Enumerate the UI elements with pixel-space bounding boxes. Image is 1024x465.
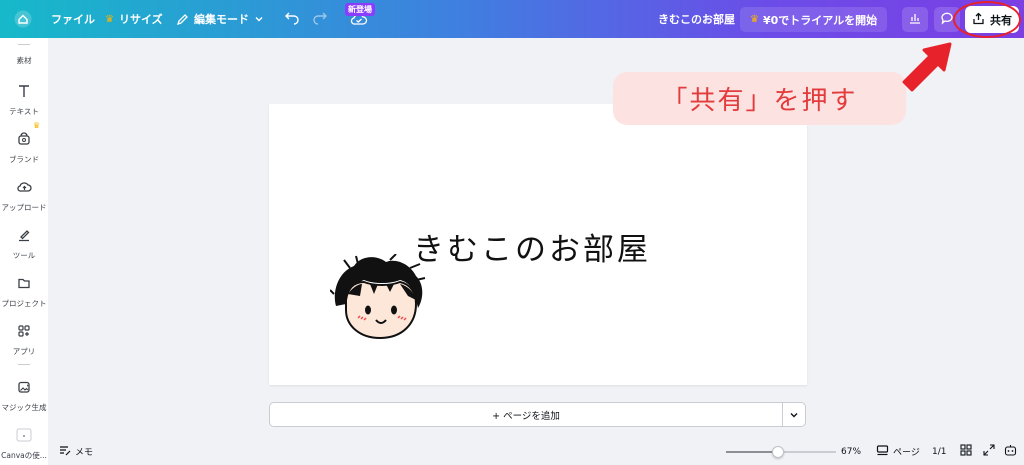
home-icon — [14, 10, 32, 28]
document-title[interactable]: きむこのお部屋 — [658, 0, 735, 38]
sidebar-item-label: マジック生成 — [1, 403, 47, 412]
brand-icon — [17, 131, 31, 150]
sidebar-item-text[interactable]: テキスト — [0, 83, 48, 117]
expand-icon — [983, 444, 995, 459]
top-toolbar: ファイル ♛ リサイズ 編集モード 新登場 きむこのお部屋 ♛ ¥0でトライアル… — [0, 0, 1024, 38]
draw-tool-icon — [17, 227, 31, 246]
sidebar-item-label: ブランド — [9, 155, 39, 164]
new-badge: 新登場 — [345, 3, 375, 16]
pages-button[interactable]: ページ — [876, 438, 920, 465]
sidebar-item-label: ツール — [12, 251, 36, 260]
crown-icon: ♛ — [33, 121, 41, 130]
notes-label: メモ — [75, 448, 94, 458]
sidebar-item-brand[interactable]: ブランド — [0, 131, 48, 165]
redo-icon — [312, 11, 328, 27]
sidebar-item-projects[interactable]: プロジェクト — [0, 275, 48, 309]
resize-label: リサイズ — [118, 13, 163, 26]
text-icon — [17, 83, 31, 102]
grid-icon — [960, 444, 972, 459]
divider — [18, 44, 30, 45]
red-arrow-icon — [898, 42, 954, 96]
fullscreen-button[interactable] — [983, 438, 995, 465]
zoom-slider[interactable] — [726, 446, 836, 458]
resize-button[interactable]: ♛ リサイズ — [105, 0, 163, 38]
bottom-toolbar: メモ 67% ページ 1/1 — [48, 438, 1024, 465]
character-illustration[interactable] — [329, 253, 426, 348]
sidebar-item-canva-guide[interactable]: Canvaの使... — [0, 427, 48, 461]
start-trial-label: ¥0でトライアルを開始 — [762, 13, 878, 27]
insights-button[interactable] — [902, 7, 928, 32]
sidebar-item-apps[interactable]: アプリ — [0, 323, 48, 357]
page-count-text: 1/1 — [932, 446, 947, 457]
sidebar-item-label: 素材 — [16, 56, 32, 65]
grid-view-button[interactable] — [960, 438, 972, 465]
zoom-level[interactable]: 67% — [841, 438, 861, 465]
cloud-upload-icon — [16, 179, 32, 198]
design-heading-text[interactable]: きむこのお部屋 — [413, 224, 651, 269]
start-trial-button[interactable]: ♛ ¥0でトライアルを開始 — [740, 7, 888, 32]
assistant-button[interactable] — [1004, 438, 1017, 465]
design-page[interactable]: きむこのお部屋 — [269, 104, 807, 385]
undo-icon — [284, 11, 300, 27]
crown-icon: ♛ — [750, 14, 759, 25]
page-counter: 1/1 — [932, 438, 946, 465]
notes-button[interactable]: メモ — [58, 438, 93, 465]
add-page-button[interactable]: + ページを追加 — [270, 408, 782, 422]
sidebar-item-uploads[interactable]: アップロード — [0, 179, 48, 213]
instruction-callout: 「共有」を押す — [613, 72, 906, 125]
add-page-options-button[interactable] — [782, 403, 805, 426]
sidebar-item-elements[interactable]: 素材 — [0, 55, 48, 66]
comment-icon — [940, 11, 954, 28]
file-menu[interactable]: ファイル — [51, 0, 95, 38]
undo-button[interactable] — [284, 0, 300, 38]
left-sidebar: 素材 テキスト ♛ ブランド アップロード ツール プロジェクト アプリ マジッ… — [0, 38, 48, 465]
sidebar-item-label: テキスト — [9, 107, 39, 116]
pages-icon — [876, 444, 889, 460]
redo-button[interactable] — [312, 0, 328, 38]
sidebar-item-label: プロジェクト — [1, 299, 47, 308]
sidebar-item-label: アプリ — [12, 347, 36, 356]
sidebar-item-label: Canvaの使... — [1, 451, 47, 460]
document-title-text: きむこのお部屋 — [658, 13, 735, 26]
magic-image-icon — [17, 379, 31, 398]
share-highlight-circle — [953, 1, 1021, 38]
edit-mode-label: 編集モード — [194, 13, 249, 26]
sidebar-item-magic-media[interactable]: マジック生成 — [0, 379, 48, 413]
pencil-icon — [176, 13, 189, 26]
crown-icon: ♛ — [105, 13, 114, 25]
chevron-down-icon — [254, 14, 264, 24]
bar-chart-icon — [908, 11, 922, 28]
file-menu-label: ファイル — [51, 13, 95, 26]
sidebar-item-label: アップロード — [1, 203, 47, 212]
robot-icon — [1004, 444, 1017, 460]
add-page-bar: + ページを追加 — [269, 402, 806, 427]
zoom-slider-fill — [726, 451, 778, 453]
divider — [18, 364, 30, 365]
apps-icon — [17, 323, 31, 342]
chevron-down-icon — [789, 405, 799, 424]
edit-mode-dropdown[interactable]: 編集モード — [176, 0, 264, 38]
home-button[interactable] — [14, 0, 32, 38]
zoom-slider-thumb[interactable] — [771, 446, 784, 458]
zoom-value: 67% — [841, 446, 862, 457]
guide-thumbnail-icon — [16, 427, 32, 446]
notes-icon — [58, 444, 71, 460]
folder-icon — [17, 275, 31, 294]
sidebar-item-tools[interactable]: ツール — [0, 227, 48, 261]
pages-label: ページ — [893, 448, 920, 458]
